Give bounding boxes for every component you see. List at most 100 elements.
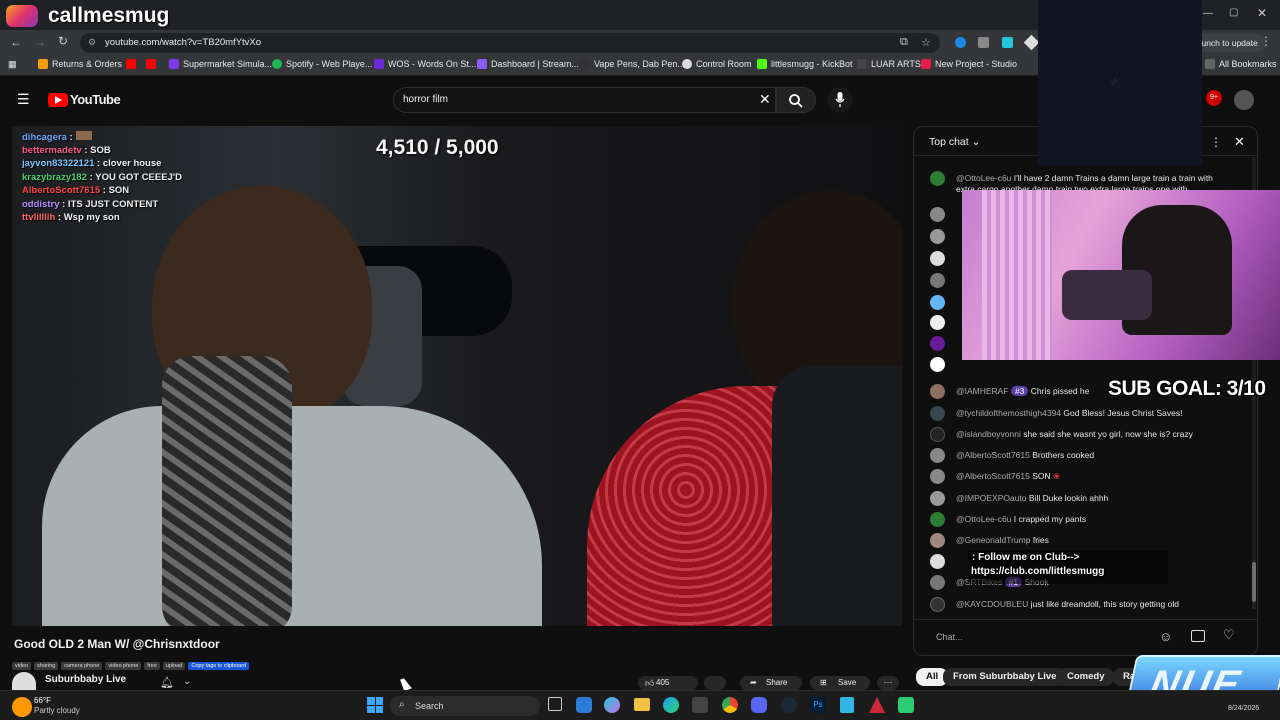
hamburger-menu-icon[interactable]: ☰ (17, 92, 30, 106)
site-info-icon[interactable]: ⚙ (88, 37, 96, 48)
user-avatar[interactable] (930, 597, 945, 612)
copilot-icon[interactable] (604, 697, 620, 713)
dislike-button[interactable] (704, 676, 726, 690)
bookmark-item[interactable]: Returns & Orders (38, 59, 122, 69)
all-bookmarks-button[interactable]: All Bookmarks (1205, 59, 1277, 69)
bookmark-item[interactable]: Control Room (682, 59, 752, 69)
app-icon[interactable] (898, 697, 914, 713)
windows-start-icon[interactable] (367, 697, 383, 713)
discord-icon[interactable] (751, 697, 767, 713)
browser-menu-icon[interactable]: ⋮ (1260, 34, 1272, 48)
notification-badge[interactable]: 9+ (1206, 90, 1222, 106)
bookmark-star-icon[interactable]: ☆ (921, 36, 931, 49)
user-avatar[interactable] (930, 512, 945, 527)
edge-icon[interactable] (663, 697, 679, 713)
chat-input[interactable]: Chat... (936, 632, 963, 642)
bookmark-item[interactable]: Spotify - Web Playe... (272, 59, 372, 69)
weather-icon[interactable] (12, 697, 32, 717)
user-avatar[interactable] (930, 427, 945, 442)
youtube-logo-icon[interactable] (48, 93, 68, 107)
chevron-down-icon[interactable]: ⌄ (183, 676, 191, 687)
user-avatar[interactable] (930, 357, 945, 372)
back-arrow-icon[interactable]: ← (10, 35, 22, 49)
store-icon[interactable] (692, 697, 708, 713)
chat-menu-icon[interactable]: ⋮ (1210, 135, 1222, 149)
channel-name[interactable]: Suburbbaby Live (45, 674, 126, 685)
search-button[interactable] (776, 87, 816, 113)
account-avatar[interactable] (1234, 90, 1254, 110)
clear-search-icon[interactable]: ✕ (759, 91, 771, 108)
reload-icon[interactable]: ↻ (58, 34, 68, 48)
user-avatar[interactable] (930, 533, 945, 548)
bell-icon[interactable]: 🔔︎ (160, 676, 174, 689)
chrome-icon[interactable] (722, 697, 738, 713)
tag[interactable]: video phone (105, 662, 142, 670)
tag[interactable]: sharing (34, 662, 59, 670)
apps-grid-icon[interactable]: ▦ (8, 59, 17, 70)
user-avatar[interactable] (930, 469, 945, 484)
steam-icon[interactable] (781, 697, 797, 713)
user-avatar[interactable] (930, 491, 945, 506)
bookmark-item[interactable]: WOS - Words On St... (374, 59, 476, 69)
youtube-bookmark-icon[interactable] (126, 59, 140, 69)
emoji-icon[interactable]: ☺ (1159, 629, 1172, 644)
user-avatar[interactable] (930, 273, 945, 288)
user-avatar[interactable] (930, 554, 945, 569)
heart-icon[interactable]: ♡ (1223, 627, 1235, 643)
photoshop-icon[interactable]: Ps (810, 697, 826, 713)
app-icon[interactable] (869, 697, 885, 713)
bookmark-item[interactable]: New Project - Studio (921, 59, 1017, 69)
bookmark-item[interactable]: Vape Pens, Dab Pen... (580, 59, 685, 69)
task-view-icon[interactable] (548, 697, 562, 711)
extension-icon[interactable] (955, 37, 966, 48)
tag[interactable]: free (144, 662, 160, 670)
close-window-button[interactable]: ✕ (1257, 6, 1267, 20)
extension-icon[interactable] (1002, 37, 1013, 48)
chip-comedy[interactable]: Comedy (1057, 668, 1115, 686)
user-avatar[interactable] (930, 448, 945, 463)
user-avatar[interactable] (930, 207, 945, 222)
extension-icon[interactable] (1023, 34, 1040, 51)
tag[interactable]: video (12, 662, 32, 670)
youtube-bookmark-icon[interactable] (146, 59, 160, 69)
taskbar-date[interactable]: 8/24/2026 (1228, 705, 1259, 712)
forward-arrow-icon[interactable]: → (34, 35, 46, 49)
cast-icon[interactable]: ⧉ (900, 36, 908, 49)
channel-avatar[interactable] (12, 672, 36, 690)
close-chat-icon[interactable]: ✕ (1234, 134, 1245, 150)
user-avatar[interactable] (930, 229, 945, 244)
top-chat-dropdown[interactable]: Top chat ⌄ (929, 136, 980, 148)
minimize-button[interactable]: — (1203, 8, 1213, 19)
super-chat-icon[interactable] (1191, 630, 1205, 642)
bookmark-item[interactable]: littlesmugg - KickBot (757, 59, 853, 69)
notepad-icon[interactable] (840, 697, 854, 713)
user-avatar[interactable] (930, 171, 945, 186)
video-player[interactable]: 4,510 / 5,000 dihcagera : bettermadetv :… (12, 126, 902, 626)
user-avatar[interactable] (930, 406, 945, 421)
bookmark-item[interactable]: Supermarket Simula... (169, 59, 272, 69)
file-explorer-icon[interactable] (634, 698, 650, 711)
share-button[interactable]: ➦ Share (740, 676, 802, 690)
like-button[interactable]: 👍︎ 405 (638, 676, 698, 690)
extension-icon[interactable] (978, 37, 989, 48)
tag[interactable]: upload (162, 662, 186, 670)
chat-scrollbar-thumb[interactable] (1252, 562, 1256, 602)
youtube-logo-text[interactable]: YouTube (70, 92, 121, 107)
taskbar-search[interactable]: ⌕ Search (390, 696, 540, 716)
maximize-button[interactable]: ▢ (1229, 7, 1238, 18)
user-avatar[interactable] (930, 575, 945, 590)
more-actions-button[interactable]: ··· (877, 676, 899, 690)
voice-search-button[interactable] (827, 87, 853, 113)
widgets-icon[interactable] (576, 697, 592, 713)
user-avatar[interactable] (930, 384, 945, 399)
user-avatar[interactable] (930, 295, 945, 310)
bookmark-item[interactable]: LUAR ARTS (857, 59, 921, 69)
copy-tags-button[interactable]: Copy tags to clipboard (188, 662, 250, 670)
bookmark-item[interactable]: Dashboard | Stream... (477, 59, 579, 69)
weather-temp[interactable]: 66°F (34, 696, 51, 705)
address-bar[interactable]: ⚙ youtube.com/watch?v=TB20mfYtvXo ⧉ ☆ (80, 33, 940, 53)
save-button[interactable]: ⊞ Save (810, 676, 870, 690)
user-avatar[interactable] (930, 251, 945, 266)
user-avatar[interactable] (930, 315, 945, 330)
tag[interactable]: camera phone (61, 662, 103, 670)
